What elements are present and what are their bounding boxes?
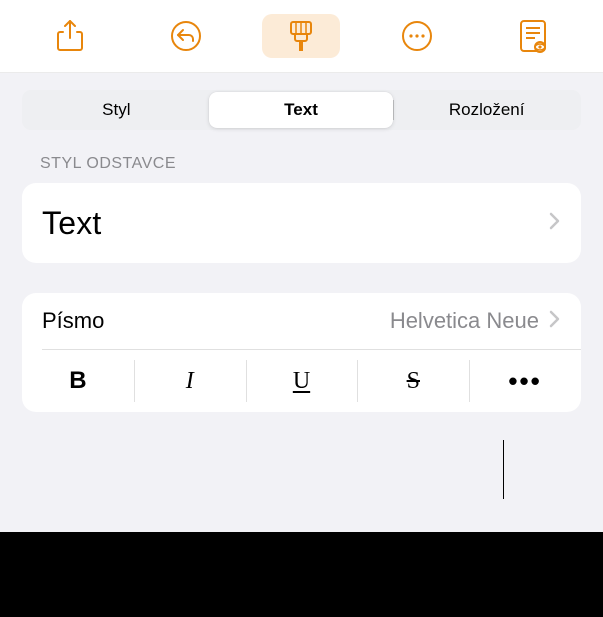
bottom-black-bar xyxy=(0,532,603,617)
callout-line xyxy=(503,440,504,499)
tab-text[interactable]: Text xyxy=(209,92,394,128)
strike-button[interactable]: S xyxy=(357,350,469,412)
font-label: Písmo xyxy=(42,308,390,334)
more-button[interactable] xyxy=(378,14,456,58)
paragraph-style-row[interactable]: Text xyxy=(22,183,581,263)
underline-button[interactable]: U xyxy=(246,350,358,412)
more-icon xyxy=(401,20,433,52)
text-style-row: B I U S ••• xyxy=(22,350,581,412)
undo-icon xyxy=(170,20,202,52)
tab-label: Text xyxy=(284,100,318,120)
readmode-button[interactable] xyxy=(494,14,572,58)
bold-glyph: B xyxy=(69,367,86,395)
tab-label: Rozložení xyxy=(449,100,525,120)
strike-glyph: S xyxy=(407,368,420,395)
share-button[interactable] xyxy=(31,14,109,58)
bold-button[interactable]: B xyxy=(22,350,134,412)
font-value: Helvetica Neue xyxy=(390,308,539,334)
segmented-control: Styl Text Rozložení xyxy=(22,90,581,130)
italic-button[interactable]: I xyxy=(134,350,246,412)
chevron-right-icon xyxy=(549,210,561,236)
top-toolbar xyxy=(0,0,603,73)
more-glyph: ••• xyxy=(508,368,541,394)
font-row[interactable]: Písmo Helvetica Neue xyxy=(22,293,581,349)
readmode-icon xyxy=(519,19,547,53)
italic-glyph: I xyxy=(186,368,194,395)
tab-rozlozeni[interactable]: Rozložení xyxy=(394,92,579,128)
tab-label: Styl xyxy=(102,100,130,120)
underline-glyph: U xyxy=(293,368,310,395)
tab-styl[interactable]: Styl xyxy=(24,92,209,128)
segmented-wrap: Styl Text Rozložení xyxy=(0,73,603,149)
format-brush-icon xyxy=(287,20,315,52)
section-label-paragraph-style: STYL ODSTAVCE xyxy=(22,149,581,183)
paragraph-style-value: Text xyxy=(42,205,102,242)
chevron-right-icon xyxy=(549,308,561,334)
paragraph-style-card: Text xyxy=(22,183,581,263)
undo-button[interactable] xyxy=(147,14,225,58)
more-text-options-button[interactable]: ••• xyxy=(469,350,581,412)
format-button[interactable] xyxy=(262,14,340,58)
font-card: Písmo Helvetica Neue B I U S ••• xyxy=(22,293,581,412)
format-panel: STYL ODSTAVCE Text Písmo Helvetica Neue … xyxy=(0,149,603,532)
share-icon xyxy=(57,20,83,52)
